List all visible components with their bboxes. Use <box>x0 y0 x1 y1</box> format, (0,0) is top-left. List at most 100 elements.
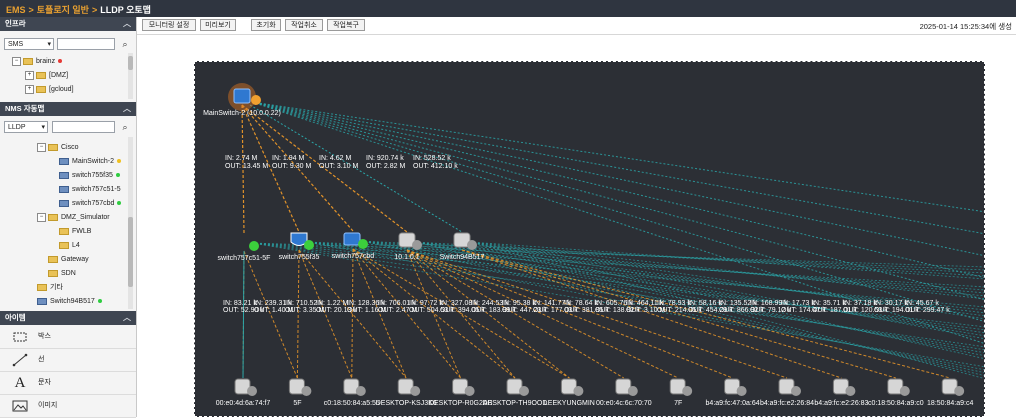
collapse-chevron-icon[interactable]: ︿ <box>123 311 131 325</box>
folder-icon <box>59 241 69 249</box>
status-dot <box>736 386 747 396</box>
tree-item-switch755f35[interactable]: switch755f35 <box>59 169 120 182</box>
reset-button[interactable]: 초기화 <box>251 19 281 31</box>
tree-item-cisco[interactable]: − Cisco <box>37 141 79 154</box>
tree-item-switch757c51[interactable]: switch757c51-5 <box>59 183 121 196</box>
text-icon: A <box>14 375 26 391</box>
link-traffic-in-label: IN: 4.62 M <box>319 155 351 162</box>
collapse-toggle-icon[interactable]: − <box>12 56 21 66</box>
collapse-chevron-icon[interactable]: ︿ <box>123 17 131 31</box>
nms-filter-select[interactable]: LLDP ▾ <box>4 121 48 133</box>
node-label: 5F <box>293 400 301 407</box>
status-dot <box>304 240 314 250</box>
tree-item-gcloud[interactable]: + [gcloud] <box>25 83 74 96</box>
scroll-thumb[interactable] <box>128 56 133 70</box>
link-line <box>406 249 570 379</box>
tree-item-brainz[interactable]: − brainz <box>12 55 63 68</box>
link-line <box>414 241 984 277</box>
tool-image[interactable]: 이미지 <box>0 395 136 418</box>
chevron-down-icon: ▾ <box>41 124 45 131</box>
status-dot <box>627 386 638 396</box>
node-label: b4:a9:fc:e2:26:83 <box>814 400 868 407</box>
monitoring-settings-button[interactable]: 모니터링 설정 <box>142 19 196 31</box>
link-line <box>251 242 984 288</box>
folder-icon <box>23 57 33 65</box>
infra-search-input[interactable] <box>57 38 115 50</box>
link-traffic-in-label: IN: 45.67 k <box>905 300 939 307</box>
search-icon[interactable]: ⌕ <box>119 38 131 50</box>
node-label: c0:18:50:84:a9:c0 <box>868 400 924 407</box>
breadcrumb-root[interactable]: EMS <box>6 5 26 15</box>
nms-panel-header[interactable]: NMS 자동맵 ︿ <box>0 102 136 116</box>
nms-scrollbar[interactable] <box>128 137 133 309</box>
node-label: DESKTOP-TH9OOD <box>483 400 548 407</box>
switch-icon <box>59 185 69 193</box>
breadcrumb-separator: > <box>91 5 98 15</box>
infra-filter-select[interactable]: SMS ▾ <box>4 38 54 50</box>
redo-button[interactable]: 작업복구 <box>327 19 365 31</box>
collapse-chevron-icon[interactable]: ︿ <box>123 102 131 116</box>
breadcrumb-middle[interactable]: 토폴로지 일반 <box>37 5 89 15</box>
status-dot <box>412 240 422 250</box>
folder-icon <box>59 227 69 235</box>
tree-item-dmz-simulator[interactable]: − DMZ_Simulator <box>37 211 110 224</box>
infra-panel-header[interactable]: 인프라 ︿ <box>0 17 136 31</box>
link-traffic-in-label: IN: 1.94 M <box>272 155 304 162</box>
topology-map[interactable]: IN: 2.74 MOUT: 13.45 M IN: 1.94 MOUT: 9.3… <box>195 62 985 417</box>
expand-toggle-icon[interactable]: + <box>25 70 34 80</box>
tool-label: 박스 <box>38 333 51 340</box>
preview-button[interactable]: 미리보기 <box>200 19 236 31</box>
items-panel-header[interactable]: 아이템 ︿ <box>0 311 136 325</box>
link-line <box>414 241 984 337</box>
tool-box[interactable]: 박스 <box>0 326 136 349</box>
status-dot <box>355 386 366 396</box>
node-label: switch757c51-5F <box>218 255 271 262</box>
status-dot <box>301 386 312 396</box>
search-icon[interactable]: ⌕ <box>119 121 131 133</box>
status-dot <box>899 386 910 396</box>
node-label: b4:a9:fc:e2:26:84 <box>760 400 814 407</box>
tree-item-sdn[interactable]: SDN <box>48 267 76 280</box>
tool-text[interactable]: A 문자 <box>0 372 136 395</box>
collapse-toggle-icon[interactable]: − <box>37 142 46 152</box>
topology-canvas[interactable]: IN: 2.74 M OUT: 13.45 M IN: 1.94 M OUT: 9.3… <box>194 61 985 417</box>
tree-item-label: Gateway <box>61 256 89 263</box>
tree-item-etc[interactable]: 기타 <box>37 281 63 294</box>
infra-scrollbar[interactable] <box>128 53 133 99</box>
link-traffic-in-label: IN: 78.93 k <box>657 300 691 307</box>
tree-item-mainswitch[interactable]: MainSwitch-2 <box>59 155 122 168</box>
node-label: Switch94B517 <box>440 254 485 261</box>
tree-item-switch94b517[interactable]: Switch94B517 <box>37 295 102 308</box>
status-dot <box>58 59 63 64</box>
status-warning-icon <box>251 95 261 105</box>
status-dot <box>467 240 477 250</box>
link-line <box>406 249 788 379</box>
tool-line[interactable]: 선 <box>0 349 136 372</box>
expand-toggle-icon[interactable]: + <box>25 84 34 94</box>
link-line <box>406 249 679 379</box>
tree-item-l4[interactable]: L4 <box>59 239 80 252</box>
undo-button[interactable]: 작업취소 <box>285 19 323 31</box>
link-line <box>242 250 245 379</box>
map-toolbar: 모니터링 설정 미리보기 초기화 작업취소 작업복구 2025-01-14 15… <box>137 17 1016 35</box>
tree-item-gateway[interactable]: Gateway <box>48 253 89 266</box>
link-line <box>461 249 842 379</box>
infra-panel-title: 인프라 <box>5 19 26 28</box>
nms-search-input[interactable] <box>52 121 115 133</box>
collapse-toggle-icon[interactable]: − <box>37 212 46 222</box>
status-dot <box>410 386 421 396</box>
link-traffic-in-label: IN: 95.38 k <box>502 300 536 307</box>
tree-item-dmz[interactable]: + [DMZ] <box>25 69 68 82</box>
node-label: 00:e0:4d:6a:74:f7 <box>216 400 271 407</box>
scroll-thumb[interactable] <box>128 217 133 287</box>
tree-item-fwlb[interactable]: FWLB <box>59 225 91 238</box>
switch-icon[interactable] <box>343 232 361 246</box>
tree-item-label: SDN <box>61 270 76 277</box>
sidebar: 인프라 ︿ SMS ▾ ⌕ − brainz + [DMZ] + [gcloud] NM… <box>0 17 137 418</box>
router-icon[interactable] <box>233 88 251 104</box>
folder-icon <box>48 143 58 151</box>
box-icon <box>12 330 28 344</box>
tree-item-switch757cbd[interactable]: switch757cbd <box>59 197 122 210</box>
link-traffic-in-label: IN: 58.16 k <box>688 300 722 307</box>
link-traffic-out-label: OUT: 13.45 M <box>225 163 268 170</box>
